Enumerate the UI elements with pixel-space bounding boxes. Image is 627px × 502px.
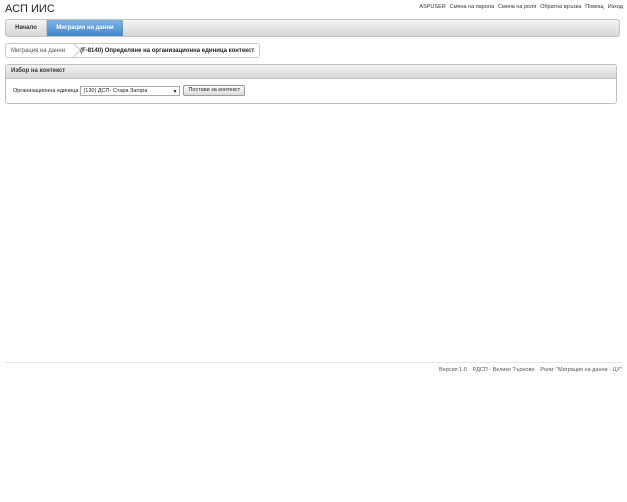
panel-header: Избор на контекст: [6, 65, 616, 79]
breadcrumb-item-migration[interactable]: Миграция на данни: [6, 48, 71, 54]
footer-divider: [5, 362, 622, 363]
main-navbar: Начало Миграция на данни: [5, 19, 620, 37]
footer-version: Версия 1.0: [439, 367, 467, 373]
help-link[interactable]: Помощ: [585, 4, 603, 10]
context-panel: Избор на контекст Организационна единица…: [5, 64, 617, 104]
app-title: АСП ИИС: [5, 3, 55, 15]
logout-link[interactable]: Изход: [608, 4, 623, 10]
org-unit-label: Организационна единица: [13, 87, 79, 94]
footer: Версия 1.0 РДСП - Велико Търново Роли: "…: [439, 367, 622, 373]
breadcrumb-item-current: (F-8140) Определяне на организационна ед…: [80, 47, 255, 54]
change-password-link[interactable]: Смяна на парола: [450, 4, 494, 10]
org-unit-select[interactable]: (130) ДСП- Стара Загора ▼: [80, 85, 181, 96]
user-link[interactable]: ASPUSER: [419, 4, 445, 10]
change-role-link[interactable]: Смяна на роля: [498, 4, 536, 10]
nav-migration-tab[interactable]: Миграция на данни: [47, 20, 123, 36]
nav-home-tab[interactable]: Начало: [6, 20, 47, 36]
set-context-button[interactable]: Постави за контекст: [183, 85, 246, 96]
org-unit-selected-value: (130) ДСП- Стара Загора: [83, 87, 148, 94]
org-unit-row: Организационна единица (130) ДСП- Стара …: [13, 85, 246, 96]
footer-unit: РДСП - Велико Търново: [472, 367, 535, 373]
breadcrumb: Миграция на данни (F-8140) Определяне на…: [5, 43, 261, 58]
breadcrumb-separator-icon: [71, 43, 77, 58]
footer-roles: Роли: "Миграция на данни - ЦУ": [540, 367, 622, 373]
chevron-down-icon: ▼: [172, 88, 178, 95]
feedback-link[interactable]: Обратна връзка: [540, 4, 581, 10]
top-links: ASPUSER Смяна на парола Смяна на роля Об…: [419, 4, 623, 10]
